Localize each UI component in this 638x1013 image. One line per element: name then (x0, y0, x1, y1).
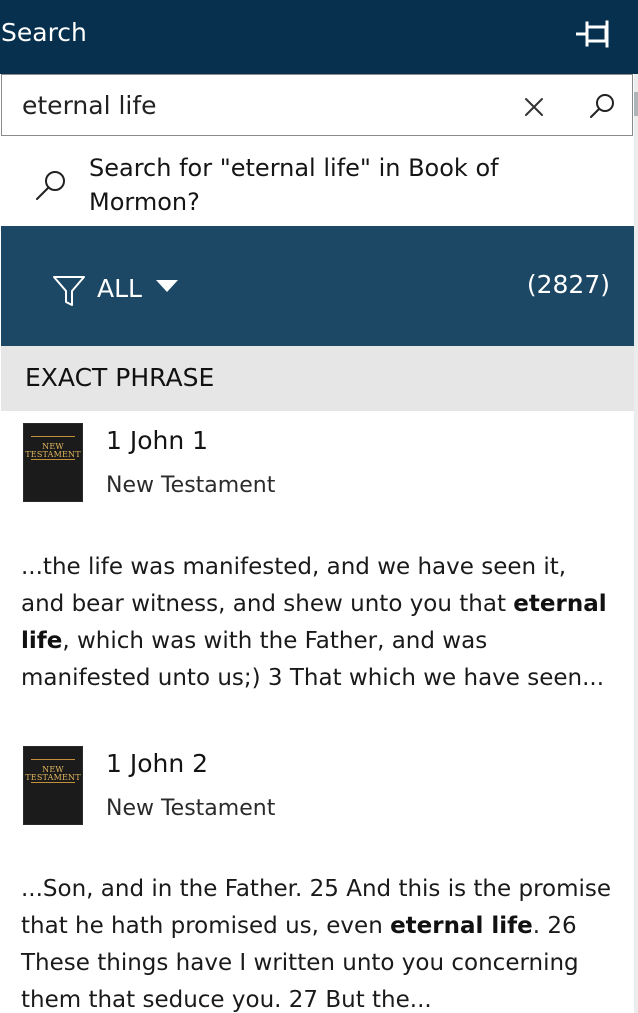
excerpt-text-after: , which was with the Father, and was man… (21, 628, 605, 691)
book-cover-rule-line (31, 759, 75, 760)
clear-search-button[interactable] (520, 93, 548, 121)
search-suggestion-line-2: Mormon? (89, 188, 200, 216)
result-subtitle: New Testament (106, 473, 276, 498)
book-cover-label-line-2: TESTAMENT (25, 773, 81, 782)
result-count: (2827) (526, 270, 610, 299)
triangle-down-icon (156, 280, 178, 292)
search-panel: Search eternal life Search for "eternal … (0, 0, 638, 1013)
result-excerpt: ...Son, and in the Father. 25 And this i… (21, 871, 615, 1013)
book-cover-rule-line (31, 459, 75, 460)
search-input[interactable] (22, 83, 492, 127)
title-bar: Search (0, 0, 638, 74)
search-box (1, 74, 633, 136)
result-subtitle: New Testament (106, 796, 276, 821)
book-cover-rule-line (31, 782, 75, 783)
filter-label: ALL (97, 274, 142, 303)
search-suggestion[interactable]: Search for "eternal life" in Book of Mor… (1, 137, 634, 226)
exact-phrase-section-header: EXACT PHRASE (1, 346, 634, 411)
filter-icon (53, 276, 85, 306)
close-icon (525, 98, 543, 116)
excerpt-text-before: ...the life was manifested, and we have … (21, 554, 567, 617)
result-title: 1 John 2 (106, 749, 209, 778)
search-results-list: NEW TESTAMENT 1 John 1 New Testament ...… (0, 411, 634, 1013)
search-icon (590, 94, 614, 118)
section-title: EXACT PHRASE (25, 363, 215, 392)
search-button[interactable] (586, 91, 618, 123)
result-title: 1 John 1 (106, 426, 209, 455)
excerpt-highlight: eternal life (390, 913, 533, 939)
pin-icon (574, 20, 609, 48)
panel-title: Search (1, 18, 87, 47)
scrollbar-thumb[interactable] (634, 92, 638, 116)
new-testament-book-cover-image: NEW TESTAMENT (23, 746, 83, 825)
vertical-scrollbar[interactable] (634, 74, 638, 1013)
search-result[interactable]: NEW TESTAMENT 1 John 2 New Testament ...… (0, 734, 634, 1013)
book-cover-label-line-2: TESTAMENT (25, 450, 81, 459)
filter-bar: ALL (2827) (1, 226, 634, 346)
search-icon (36, 171, 65, 200)
book-cover-rule-line (31, 436, 75, 437)
new-testament-book-cover-image: NEW TESTAMENT (23, 423, 83, 502)
pin-button[interactable] (574, 18, 618, 50)
search-suggestion-text: Search for "eternal life" in Book of Mor… (89, 151, 599, 219)
search-suggestion-line-1: Search for "eternal life" in Book of (89, 154, 499, 182)
result-excerpt: ...the life was manifested, and we have … (21, 549, 615, 697)
search-result[interactable]: NEW TESTAMENT 1 John 1 New Testament ...… (0, 411, 634, 733)
